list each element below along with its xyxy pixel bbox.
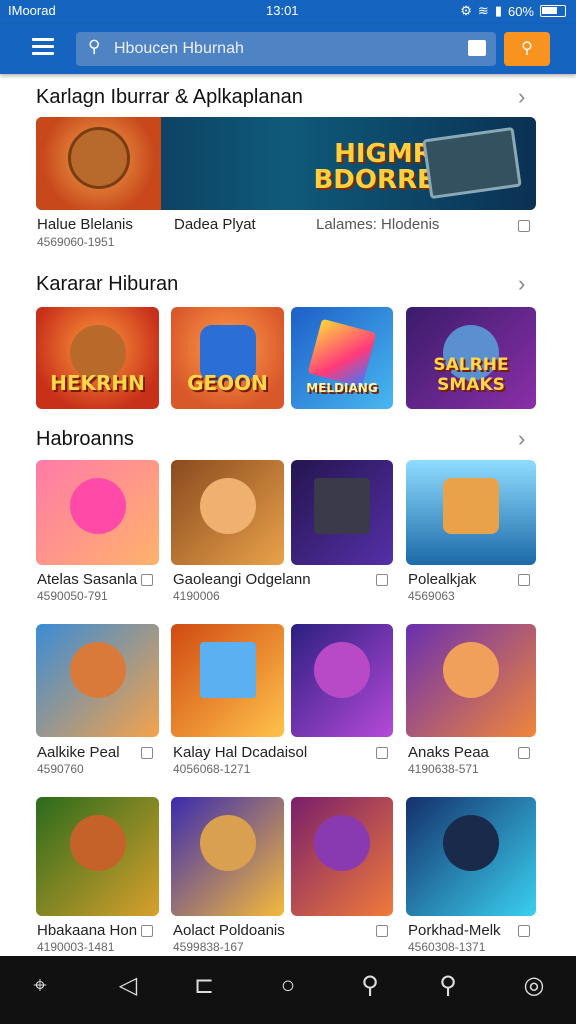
bag-icon[interactable] bbox=[468, 40, 486, 56]
game-tile-2[interactable]: GEOON bbox=[171, 307, 284, 409]
game-title: Gaoleangi Odgelann bbox=[173, 571, 311, 588]
game-title: Polealkjak bbox=[408, 571, 477, 588]
game-title: Aolact Poldoanis bbox=[173, 922, 285, 939]
game-sub: 4590760 bbox=[37, 762, 84, 776]
recent-apps-icon[interactable]: ⊏ bbox=[190, 972, 218, 1000]
download-icon[interactable] bbox=[141, 574, 153, 586]
status-icons: ⚙ ≋ ▮ 60% bbox=[460, 3, 566, 19]
target-icon[interactable]: ◎ bbox=[520, 972, 548, 1000]
game-sub: 4190638-571 bbox=[408, 762, 479, 776]
clock: 13:01 bbox=[266, 3, 299, 18]
search-bar[interactable]: ⚲ Hboucen Hburnah bbox=[76, 32, 496, 66]
character-image bbox=[199, 815, 256, 871]
character-image bbox=[443, 815, 499, 871]
download-icon[interactable] bbox=[141, 925, 153, 937]
game-title: Hbakaana Hon bbox=[37, 922, 138, 939]
character-image bbox=[314, 642, 370, 698]
game-tile[interactable] bbox=[406, 797, 536, 916]
game-tile[interactable] bbox=[171, 460, 284, 565]
game-tile[interactable] bbox=[36, 624, 159, 737]
wifi-icon: ≋ bbox=[477, 3, 489, 18]
game-title: Porkhad-Melk bbox=[408, 922, 501, 939]
game-tile[interactable] bbox=[171, 624, 284, 737]
game-title: Aalkike Peal bbox=[37, 744, 120, 761]
download-icon[interactable] bbox=[518, 925, 530, 937]
game-tile-3[interactable]: MELDIANG bbox=[291, 307, 393, 409]
game-tile[interactable] bbox=[36, 460, 159, 565]
game-tile[interactable] bbox=[291, 624, 393, 737]
download-icon[interactable] bbox=[376, 925, 388, 937]
location-button[interactable]: ⚲ bbox=[504, 32, 550, 66]
carrier-label: IMoorad bbox=[8, 3, 56, 18]
game-tile-1[interactable]: HEKRHN bbox=[36, 307, 159, 409]
search-icon[interactable]: ⚲ bbox=[434, 972, 462, 1000]
character-image bbox=[69, 642, 126, 698]
game-tile[interactable] bbox=[36, 797, 159, 916]
download-icon[interactable] bbox=[376, 747, 388, 759]
game-tile[interactable] bbox=[291, 460, 393, 565]
character-image bbox=[443, 642, 499, 698]
search-icon[interactable]: ⚲ bbox=[356, 972, 384, 1000]
chevron-right-icon[interactable]: › bbox=[518, 271, 525, 297]
game-tile[interactable] bbox=[291, 797, 393, 916]
section-title-featured: Karlagn Iburrar & Aplkaplanan bbox=[36, 86, 303, 108]
download-icon[interactable] bbox=[518, 574, 530, 586]
prism-image bbox=[307, 318, 377, 388]
rocket-image bbox=[443, 478, 499, 534]
menu-icon[interactable] bbox=[32, 38, 54, 56]
back-icon[interactable]: ◁ bbox=[114, 972, 142, 1000]
game-sub: 4569063 bbox=[408, 589, 455, 603]
chevron-right-icon[interactable]: › bbox=[518, 426, 525, 452]
settings-icon: ⚙ bbox=[460, 3, 472, 18]
download-icon[interactable] bbox=[376, 574, 388, 586]
banner-sub: 4569060-1951 bbox=[37, 235, 115, 249]
banner-caption-1: Halue Blelanis bbox=[37, 216, 133, 233]
game-sub: 4599838-167 bbox=[173, 940, 244, 954]
game-tile-label: GEOON bbox=[187, 371, 268, 395]
system-nav-bar: ⌖ ◁ ⊏ ○ ⚲ ⚲ ◎ bbox=[0, 956, 576, 1024]
section-title-popular: Kararar Hiburan bbox=[36, 273, 179, 295]
game-tile[interactable] bbox=[406, 460, 536, 565]
laptop-image bbox=[314, 478, 370, 534]
game-sub: 4590050-791 bbox=[37, 589, 108, 603]
crystal-image bbox=[199, 642, 256, 698]
featured-banner[interactable]: HIGMRA BDORRERS bbox=[36, 117, 536, 210]
home-icon[interactable]: ○ bbox=[274, 972, 302, 1000]
character-image bbox=[69, 478, 126, 534]
battery-percent: 60% bbox=[507, 3, 534, 19]
download-icon[interactable] bbox=[518, 747, 530, 759]
section-title-more: Habroanns bbox=[36, 428, 134, 450]
search-icon: ⚲ bbox=[88, 37, 101, 56]
banner-caption-3: Lalames: Hlodenis bbox=[316, 216, 440, 233]
character-image bbox=[69, 815, 126, 871]
game-sub: 4560308-1371 bbox=[408, 940, 486, 954]
game-sub: 4056068-1271 bbox=[173, 762, 251, 776]
banner-caption-2: Dadea Plyat bbox=[174, 216, 256, 233]
battery-icon bbox=[540, 5, 566, 17]
game-tile-4[interactable]: SALRHE SMAKS bbox=[406, 307, 536, 409]
character-image bbox=[199, 478, 256, 534]
game-title: Anaks Peaa bbox=[408, 744, 489, 761]
character-image bbox=[314, 815, 370, 871]
device-image bbox=[422, 126, 522, 200]
game-sub: 4190003-1481 bbox=[37, 940, 115, 954]
bear-character-image bbox=[68, 127, 130, 189]
game-tile[interactable] bbox=[406, 624, 536, 737]
download-icon[interactable] bbox=[141, 747, 153, 759]
pin-icon[interactable]: ⌖ bbox=[26, 972, 54, 1000]
game-sub: 4190006 bbox=[173, 589, 220, 603]
game-title: Atelas Sasanla bbox=[37, 571, 138, 588]
game-tile[interactable] bbox=[171, 797, 284, 916]
download-icon[interactable] bbox=[518, 220, 530, 232]
chevron-right-icon[interactable]: › bbox=[518, 84, 525, 110]
location-pin-icon: ⚲ bbox=[521, 40, 533, 57]
app-bar: ⚲ Hboucen Hburnah ⚲ bbox=[0, 24, 576, 74]
status-bar: IMoorad 13:01 ⚙ ≋ ▮ 60% bbox=[0, 0, 576, 24]
signal-icon: ▮ bbox=[494, 3, 502, 18]
game-tile-label: HEKRHN bbox=[50, 371, 145, 395]
game-tile-label: SALRHE SMAKS bbox=[433, 355, 509, 395]
search-text: Hboucen Hburnah bbox=[114, 40, 244, 57]
game-tile-label: MELDIANG bbox=[306, 381, 378, 395]
game-title: Kalay Hal Dcadaisol bbox=[173, 744, 308, 761]
